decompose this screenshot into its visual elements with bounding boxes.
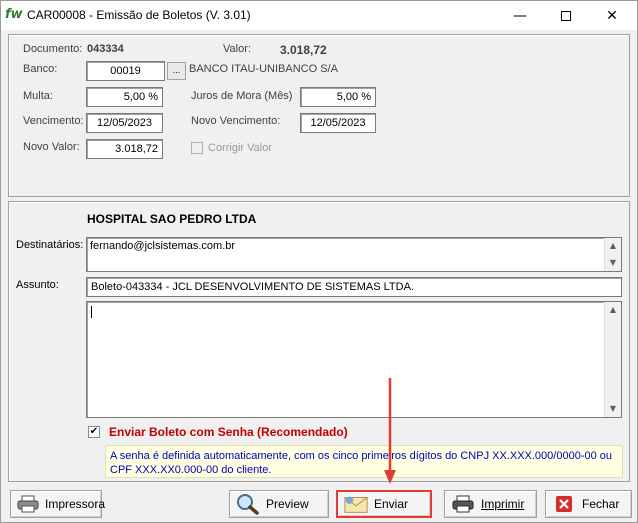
novo-vencimento-field[interactable]: 12/05/2023 — [300, 113, 376, 133]
annotation-arrow-icon — [384, 378, 396, 484]
senha-info-line1: A senha é definida automaticamente, com … — [110, 450, 613, 462]
printer-settings-icon — [17, 494, 39, 514]
assunto-field[interactable]: Boleto-043334 - JCL DESENVOLVIMENTO DE S… — [86, 277, 622, 297]
enviar-label: Enviar — [374, 497, 409, 511]
text-caret — [91, 306, 92, 318]
close-window-button[interactable]: ✕ — [589, 1, 635, 30]
fechar-label: Fechar — [582, 497, 620, 511]
maximize-icon — [561, 10, 571, 21]
corrigir-valor-checkbox[interactable] — [191, 142, 203, 154]
novo-valor-field[interactable]: 3.018,72 — [86, 139, 163, 159]
close-icon — [552, 494, 576, 514]
multa-field[interactable]: 5,00 % — [86, 87, 163, 107]
imprimir-label: Imprimir — [481, 497, 525, 511]
email-body-scrollbar[interactable]: ▲ ▼ — [604, 302, 621, 417]
email-body-field[interactable]: ▲ ▼ — [86, 301, 622, 418]
documento-value: 043334 — [87, 43, 124, 55]
assunto-label: Assunto: — [16, 279, 59, 291]
minimize-button[interactable]: — — [497, 1, 543, 30]
banco-name: BANCO ITAU-UNIBANCO S/A — [189, 63, 338, 75]
enviar-com-senha-checkbox[interactable]: ✔ — [88, 426, 100, 438]
vencimento-field[interactable]: 12/05/2023 — [86, 113, 163, 133]
multa-label: Multa: — [23, 90, 53, 102]
destinatarios-field[interactable]: fernando@jclsistemas.com.br ▲ ▼ — [86, 237, 622, 272]
enviar-button[interactable]: Enviar — [336, 490, 432, 518]
preview-button[interactable]: Preview — [229, 490, 329, 518]
senha-info-box: A senha é definida automaticamente, com … — [105, 445, 623, 478]
corrigir-valor-label: Corrigir Valor — [208, 142, 272, 154]
scroll-up-icon[interactable]: ▲ — [605, 302, 621, 318]
scroll-up-icon[interactable]: ▲ — [605, 238, 621, 254]
destinatarios-label: Destinatários: — [16, 239, 84, 251]
fechar-button[interactable]: Fechar — [545, 490, 632, 518]
magnifier-icon — [236, 494, 260, 515]
banco-label: Banco: — [23, 63, 58, 75]
app-logo-icon: fw — [5, 7, 23, 22]
envelope-icon — [344, 494, 368, 514]
recipient-name: HOSPITAL SAO PEDRO LTDA — [87, 212, 257, 226]
imprimir-button[interactable]: Imprimir — [444, 490, 537, 518]
novo-valor-label: Novo Valor: — [23, 141, 80, 153]
scroll-down-icon[interactable]: ▼ — [605, 255, 621, 271]
novo-vencimento-label: Novo Vencimento: — [191, 115, 281, 127]
valor-label: Valor: — [223, 43, 251, 55]
banco-lookup-button[interactable]: ... — [167, 62, 186, 80]
juros-field[interactable]: 5,00 % — [300, 87, 376, 107]
impressora-label: Impressora — [45, 497, 106, 511]
vencimento-label: Vencimento: — [23, 115, 84, 127]
window-title: CAR00008 - Emissão de Boletos (V. 3.01) — [27, 8, 251, 22]
preview-label: Preview — [266, 497, 309, 511]
printer-icon — [451, 494, 475, 514]
valor-value: 3.018,72 — [280, 43, 327, 57]
impressora-button[interactable]: Impressora — [10, 490, 106, 518]
banco-code-field[interactable]: 00019 — [86, 61, 165, 81]
emissao-boletos-window: fw CAR00008 - Emissão de Boletos (V. 3.0… — [0, 0, 638, 523]
title-bar: fw CAR00008 - Emissão de Boletos (V. 3.0… — [1, 1, 637, 30]
senha-info-line2: CPF XXX.XX0.000-00 do cliente. — [110, 464, 272, 476]
maximize-button[interactable] — [543, 1, 589, 30]
enviar-com-senha-label: Enviar Boleto com Senha (Recomendado) — [109, 425, 348, 439]
destinatarios-scrollbar[interactable]: ▲ ▼ — [604, 238, 621, 271]
destinatarios-value: fernando@jclsistemas.com.br — [90, 240, 236, 252]
documento-label: Documento: — [23, 43, 83, 55]
juros-label: Juros de Mora (Mês) — [191, 90, 293, 102]
scroll-down-icon[interactable]: ▼ — [605, 401, 621, 417]
